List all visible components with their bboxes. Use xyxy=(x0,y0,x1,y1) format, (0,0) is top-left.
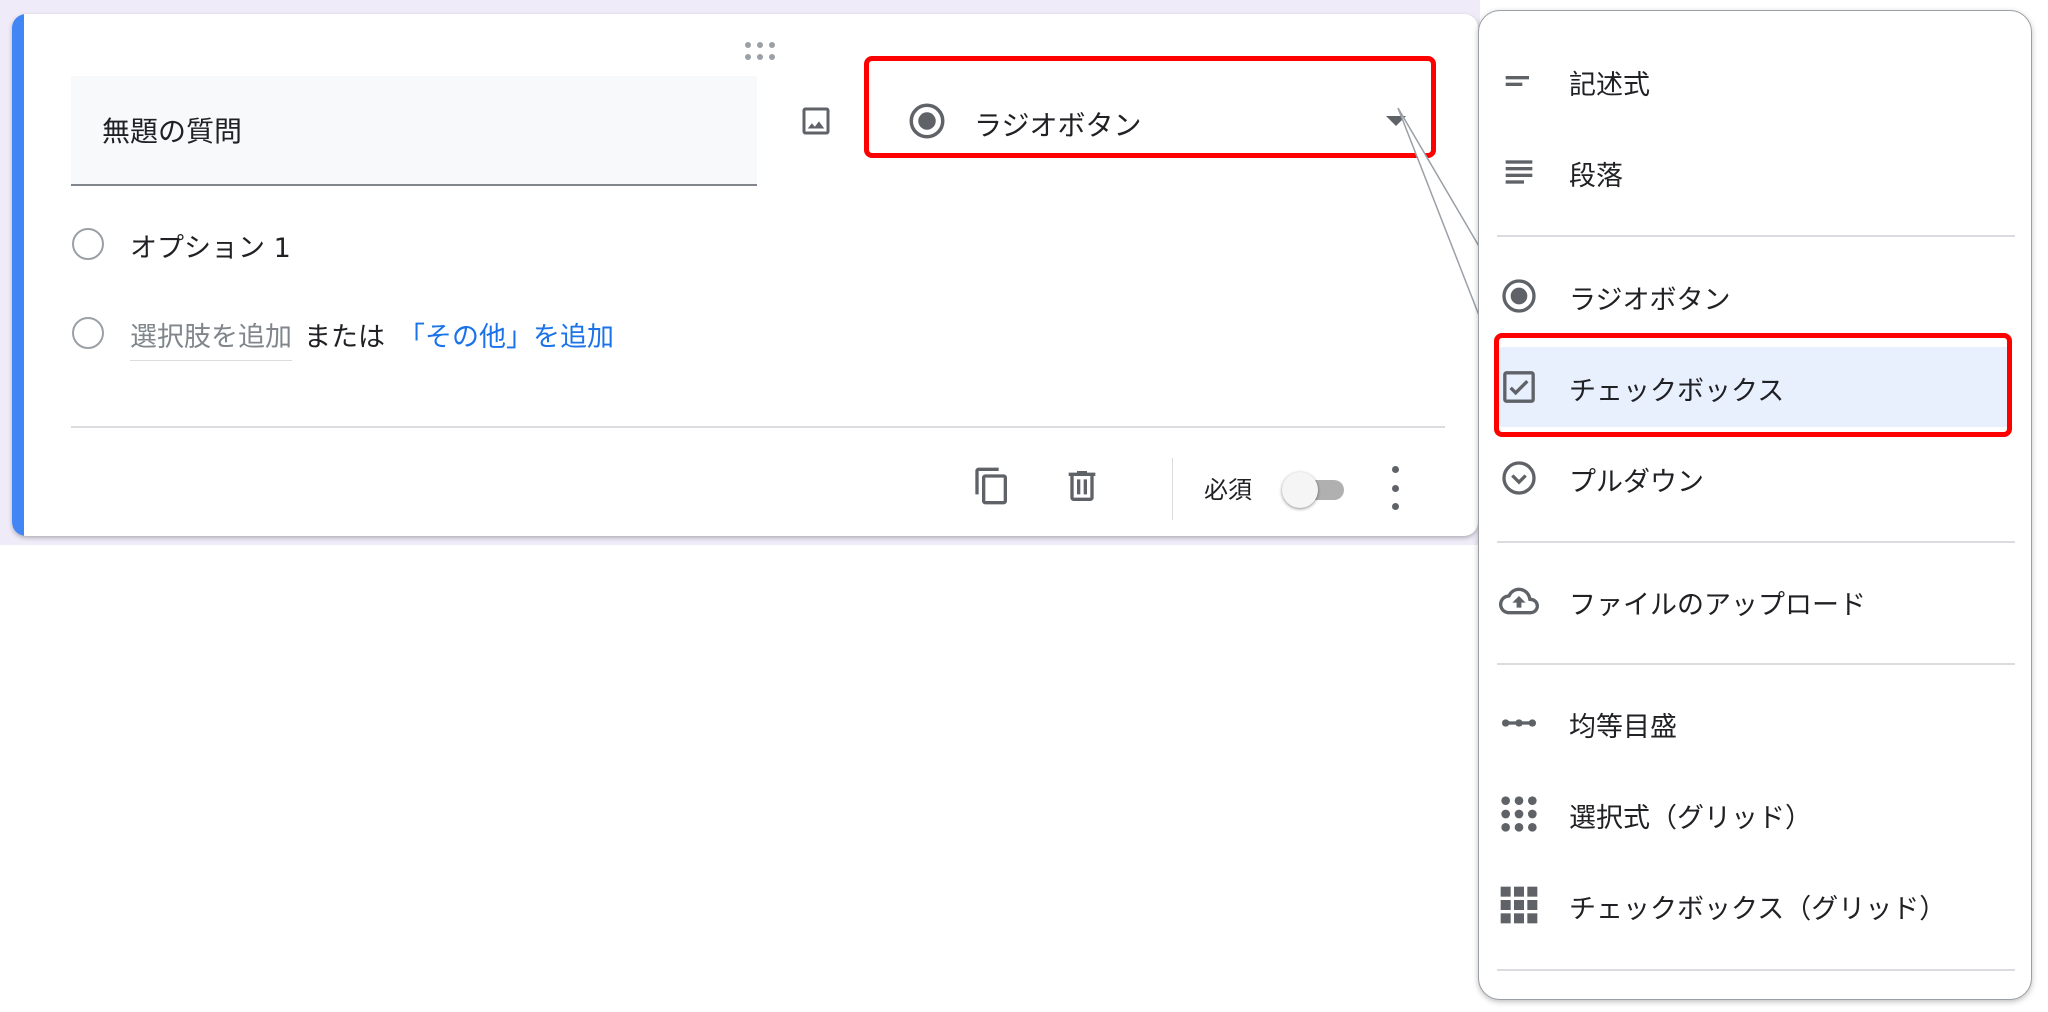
menu-item-label: プルダウン xyxy=(1569,467,1704,498)
copy-icon[interactable] xyxy=(972,466,1012,506)
radio-grid-icon xyxy=(1499,794,1539,834)
footer-separator xyxy=(1172,458,1173,520)
menu-item-radio[interactable]: ラジオボタン xyxy=(1479,256,2031,336)
menu-item-label: ファイルのアップロード xyxy=(1569,590,1866,621)
dropdown-icon xyxy=(1499,458,1539,498)
menu-divider xyxy=(1497,235,2015,237)
image-icon[interactable] xyxy=(798,103,834,139)
menu-item-label: 記述式 xyxy=(1569,70,1650,101)
menu-item-label: ラジオボタン xyxy=(1569,285,1731,316)
menu-item-label: チェックボックス（グリッド） xyxy=(1569,894,1947,925)
checkbox-item-highlight xyxy=(1494,333,2012,437)
or-text: または xyxy=(304,322,385,353)
menu-item-linear-scale[interactable]: 均等目盛 xyxy=(1479,683,2031,763)
menu-item-label: 選択式（グリッド） xyxy=(1569,803,1812,834)
menu-item-label: 均等目盛 xyxy=(1569,712,1677,743)
menu-divider xyxy=(1497,541,2015,543)
short-answer-icon xyxy=(1499,61,1539,101)
menu-item-label: 段落 xyxy=(1569,161,1623,192)
radio-circle-icon xyxy=(72,317,104,349)
menu-item-checkbox-grid[interactable]: チェックボックス（グリッド） xyxy=(1479,865,2031,945)
menu-item-paragraph[interactable]: 段落 xyxy=(1479,132,2031,212)
menu-item-dropdown[interactable]: プルダウン xyxy=(1479,438,2031,518)
menu-item-radio-grid[interactable]: 選択式（グリッド） xyxy=(1479,774,2031,854)
option-label[interactable]: オプション 1 xyxy=(130,226,291,265)
type-select-highlight xyxy=(864,56,1436,158)
question-title-field[interactable]: 無題の質問 xyxy=(71,76,757,186)
add-other-link[interactable]: 「その他」を追加 xyxy=(398,315,614,354)
radio-circle-icon xyxy=(72,228,104,260)
linear-scale-icon xyxy=(1499,703,1539,743)
menu-divider xyxy=(1497,969,2015,971)
more-vert-icon[interactable] xyxy=(1388,466,1402,510)
menu-item-short-answer[interactable]: 記述式 xyxy=(1479,41,2031,121)
active-card-accent xyxy=(12,14,24,536)
radio-button-icon xyxy=(1499,276,1539,316)
drag-handle-icon[interactable] xyxy=(745,42,775,60)
checkbox-grid-icon xyxy=(1499,885,1539,925)
question-title[interactable]: 無題の質問 xyxy=(102,110,242,150)
required-label: 必須 xyxy=(1204,476,1252,504)
trash-icon[interactable] xyxy=(1062,466,1102,506)
paragraph-icon xyxy=(1499,152,1539,192)
menu-divider xyxy=(1497,663,2015,665)
required-toggle[interactable] xyxy=(1282,472,1352,508)
card-divider xyxy=(71,426,1445,428)
cloud-upload-icon xyxy=(1499,581,1539,621)
question-type-menu: 記述式 段落 ラジオボタン チェックボックス プルダウン ファイルのアップロード xyxy=(1478,10,2032,1000)
menu-item-file-upload[interactable]: ファイルのアップロード xyxy=(1479,561,2031,641)
add-option-input[interactable]: 選択肢を追加 xyxy=(130,315,292,361)
